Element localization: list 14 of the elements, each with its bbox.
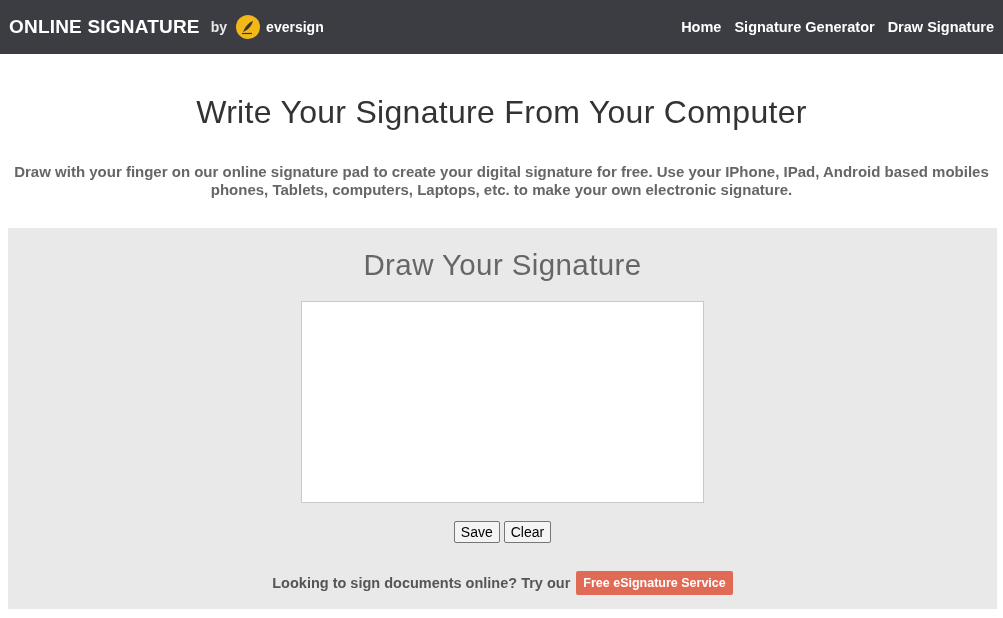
nav-link[interactable]: Draw Signature: [887, 19, 994, 35]
promo-text: Looking to sign documents online? Try our: [272, 575, 571, 591]
pad-button[interactable]: Save: [453, 521, 500, 543]
section-title: Draw Your Signature: [363, 248, 642, 282]
partner-logo-text[interactable]: eversign: [266, 19, 324, 35]
pad-button[interactable]: Clear: [503, 521, 552, 543]
intro-paragraph: Draw with your finger on our online signature pad to create your digital signature for free. Use your IPhone, IPad, Android based mobiles phones, Tablets, computers, Laptops, etc. to make your own electronic signature.: [14, 163, 989, 199]
logo-by-text: by: [210, 19, 228, 35]
nav-link[interactable]: Home: [681, 19, 722, 35]
brand-logo-text[interactable]: ONLINE SIGNATURE: [9, 16, 200, 38]
nav-link[interactable]: Signature Generator: [734, 19, 875, 35]
signature-pad[interactable]: [301, 301, 704, 503]
page-title: Write Your Signature From Your Computer: [196, 95, 807, 129]
quill-logo-icon: [236, 15, 261, 39]
